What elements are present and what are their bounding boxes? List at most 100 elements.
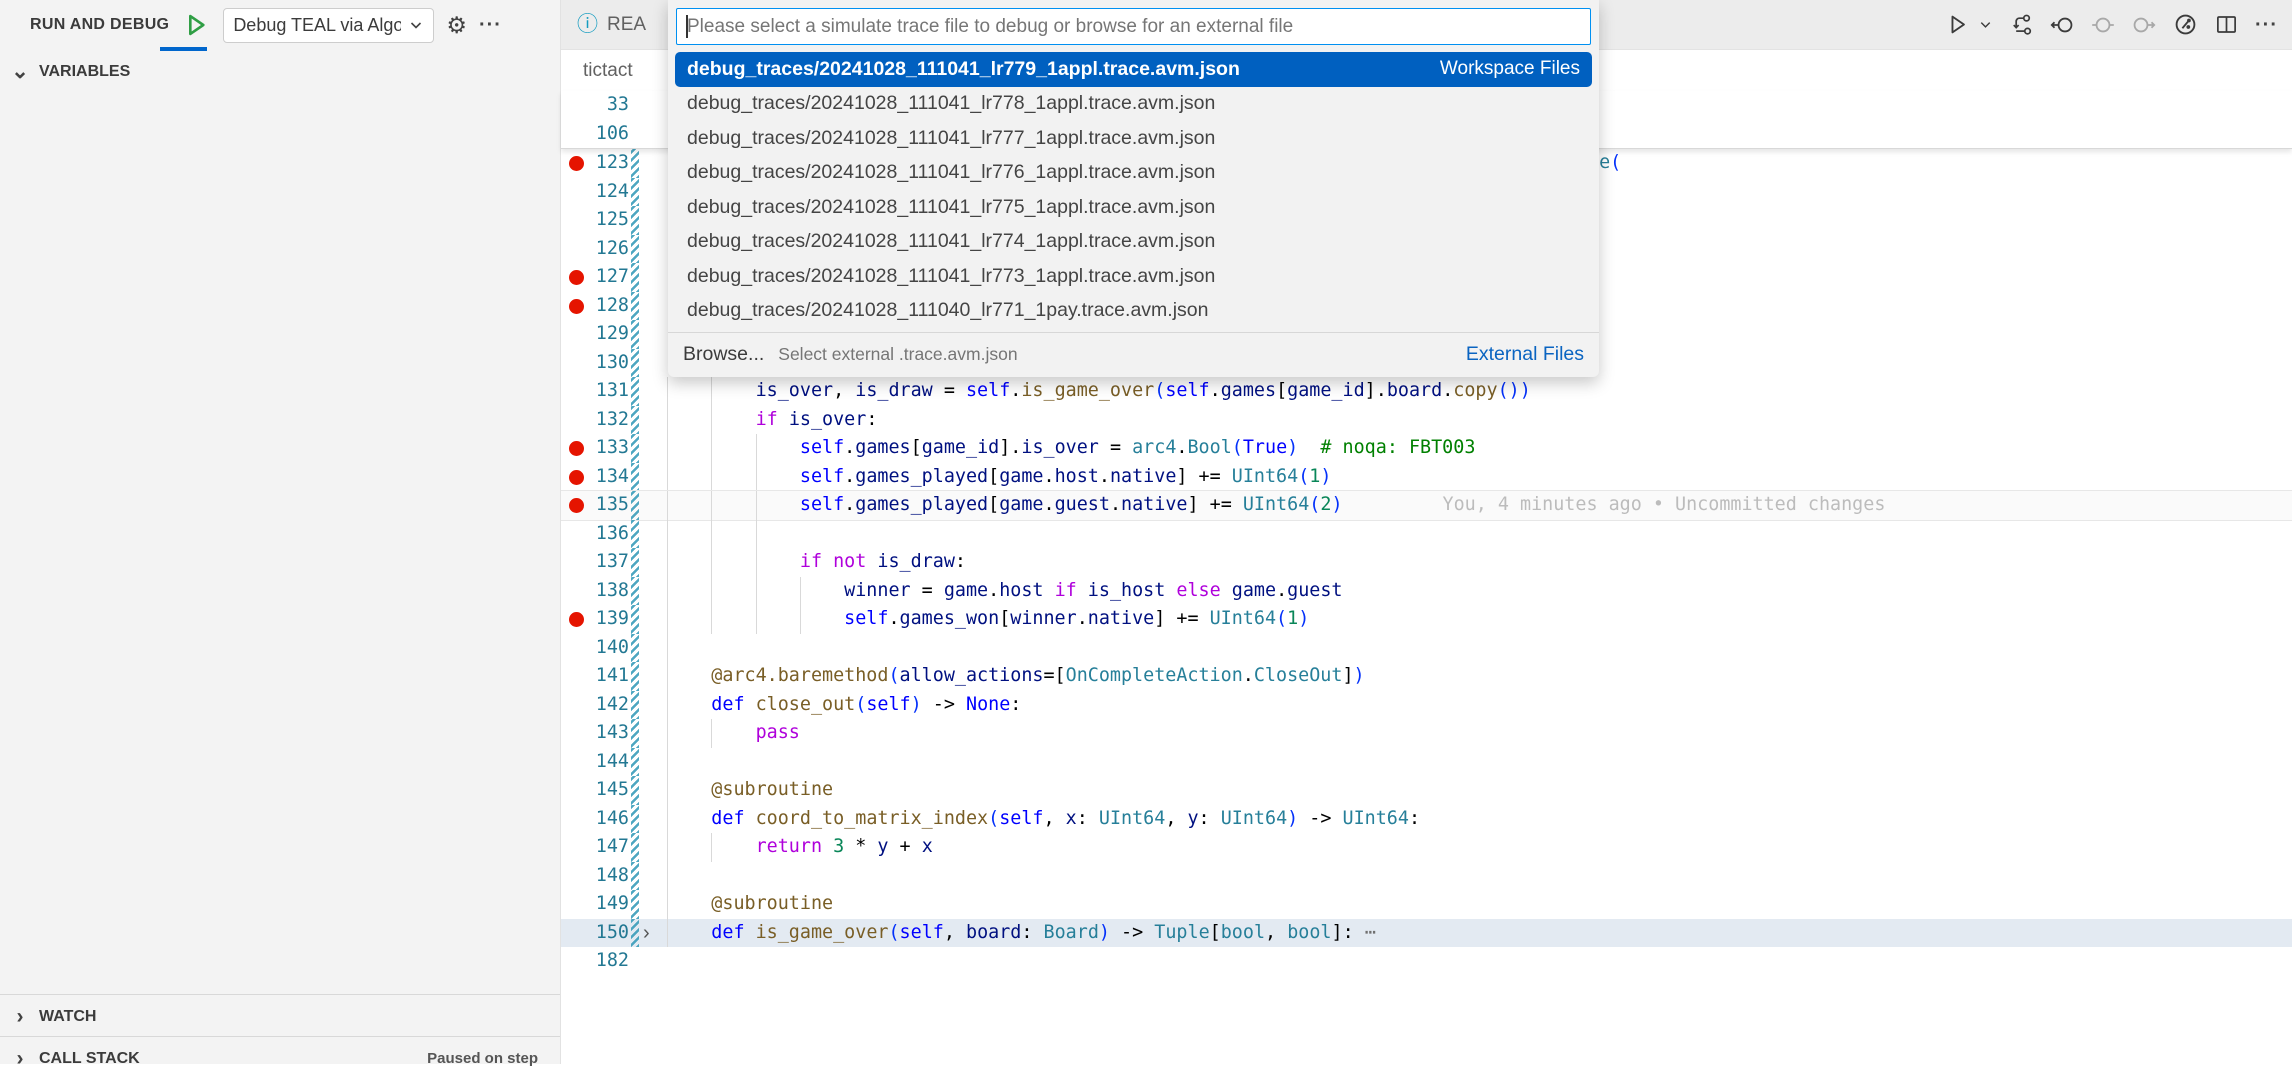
trace-file-item[interactable]: debug_traces/20241028_111041_lr777_1appl… — [675, 121, 1592, 156]
start-debug-button[interactable] — [181, 10, 211, 40]
line-number[interactable]: 182 — [581, 947, 629, 976]
code-line[interactable]: 147 return 3 * y + x — [561, 833, 2292, 862]
line-number[interactable]: 136 — [581, 520, 629, 549]
line-number[interactable]: 135 — [581, 491, 629, 520]
code-line[interactable]: 135 self.games_played[game.guest.native]… — [561, 491, 2292, 520]
browse-label[interactable]: Browse... — [683, 343, 764, 366]
tab-readme[interactable]: ⓘ REA — [561, 0, 650, 49]
code-line[interactable]: 144 — [561, 748, 2292, 777]
line-number[interactable]: 144 — [581, 748, 629, 777]
watch-section-header[interactable]: › WATCH — [0, 994, 560, 1038]
code-line[interactable]: 149 @subroutine — [561, 890, 2292, 919]
code-line[interactable]: 133 self.games[game_id].is_over = arc4.B… — [561, 434, 2292, 463]
editor-more-actions-icon[interactable]: ··· — [2255, 15, 2278, 35]
line-number[interactable]: 141 — [581, 662, 629, 691]
modified-line-indicator — [631, 292, 639, 321]
trace-file-search-input[interactable] — [677, 9, 1590, 44]
code-line[interactable]: 134 self.games_played[game.host.native] … — [561, 463, 2292, 492]
code-line[interactable]: 141 @arc4.baremethod(allow_actions=[OnCo… — [561, 662, 2292, 691]
split-editor-button[interactable] — [2215, 13, 2238, 36]
line-number[interactable]: 147 — [581, 833, 629, 862]
trace-file-item[interactable]: debug_traces/20241028_111041_lr778_1appl… — [675, 87, 1592, 122]
line-number[interactable]: 140 — [581, 634, 629, 663]
tab-label: REA — [607, 14, 646, 36]
code-line[interactable]: 142 def close_out(self) -> None: — [561, 691, 2292, 720]
line-number[interactable]: 123 — [581, 149, 629, 178]
code-text: pass — [561, 719, 2292, 748]
line-number[interactable]: 138 — [581, 577, 629, 606]
step-back-button[interactable] — [2050, 13, 2074, 37]
code-line[interactable]: 131 is_over, is_draw = self.is_game_over… — [561, 377, 2292, 406]
line-number[interactable]: 145 — [581, 776, 629, 805]
quick-pick-list: debug_traces/20241028_111041_lr779_1appl… — [668, 52, 1599, 328]
browse-row[interactable]: Browse... Select external .trace.avm.jso… — [668, 332, 1599, 375]
trace-file-item[interactable]: debug_traces/20241028_111041_lr779_1appl… — [675, 52, 1592, 87]
breadcrumb-file-label: tictact — [583, 60, 633, 82]
code-line[interactable]: 182 — [561, 947, 2292, 976]
sidebar-more-actions-icon[interactable]: ··· — [479, 15, 502, 35]
line-number[interactable]: 133 — [581, 434, 629, 463]
trace-file-item[interactable]: debug_traces/20241028_111040_lr771_1pay.… — [675, 294, 1592, 329]
line-number[interactable]: 131 — [581, 377, 629, 406]
line-number[interactable]: 146 — [581, 805, 629, 834]
quick-pick-dropdown: debug_traces/20241028_111041_lr779_1appl… — [668, 0, 1599, 377]
play-icon — [183, 12, 209, 38]
debug-settings-gear-icon[interactable]: ⚙ — [446, 14, 467, 37]
line-number[interactable]: 124 — [581, 178, 629, 207]
chevron-down-icon — [408, 17, 424, 33]
trace-file-label: debug_traces/20241028_111041_lr774_1appl… — [687, 230, 1215, 253]
call-stack-section-header[interactable]: › CALL STACK Paused on step — [0, 1036, 560, 1080]
modified-line-indicator — [631, 605, 639, 634]
line-number[interactable]: 130 — [581, 349, 629, 378]
trace-file-item[interactable]: debug_traces/20241028_111041_lr775_1appl… — [675, 190, 1592, 225]
trace-file-item[interactable]: debug_traces/20241028_111041_lr773_1appl… — [675, 259, 1592, 294]
code-line[interactable]: 143 pass — [561, 719, 2292, 748]
line-number[interactable]: 142 — [581, 691, 629, 720]
line-number[interactable]: 106 — [581, 120, 629, 149]
line-number[interactable]: 127 — [581, 263, 629, 292]
vscode-window: RUN AND DEBUG Debug TEAL via AlgoKi ⚙ ··… — [0, 0, 2292, 1064]
trace-file-item[interactable]: debug_traces/20241028_111041_lr776_1appl… — [675, 156, 1592, 191]
run-trace-button[interactable] — [2173, 12, 2198, 37]
indent-guide — [667, 748, 668, 777]
line-number[interactable]: 132 — [581, 406, 629, 435]
line-number[interactable]: 129 — [581, 320, 629, 349]
indent-guide — [667, 833, 668, 862]
launch-config-select[interactable]: Debug TEAL via AlgoKi — [223, 8, 434, 43]
line-number[interactable]: 134 — [581, 463, 629, 492]
code-line[interactable]: 145 @subroutine — [561, 776, 2292, 805]
line-number[interactable]: 126 — [581, 235, 629, 264]
step-over-button-disabled[interactable] — [2091, 13, 2115, 37]
run-dropdown-chevron-icon[interactable] — [1978, 17, 1993, 32]
line-number[interactable]: 139 — [581, 605, 629, 634]
code-line[interactable]: 150› def is_game_over(self, board: Board… — [561, 919, 2292, 948]
indent-guide — [711, 434, 712, 463]
fold-chevron-icon[interactable]: › — [643, 919, 650, 948]
trace-file-label: debug_traces/20241028_111041_lr777_1appl… — [687, 127, 1215, 150]
code-line[interactable]: 138 winner = game.host if is_host else g… — [561, 577, 2292, 606]
line-number[interactable]: 149 — [581, 890, 629, 919]
trace-file-item[interactable]: debug_traces/20241028_111041_lr774_1appl… — [675, 225, 1592, 260]
line-number[interactable]: 33 — [581, 91, 629, 120]
code-line[interactable]: 137 if not is_draw: — [561, 548, 2292, 577]
code-line[interactable]: 148 — [561, 862, 2292, 891]
code-line[interactable]: 146 def coord_to_matrix_index(self, x: U… — [561, 805, 2292, 834]
indent-guide — [667, 463, 668, 492]
code-text: @arc4.baremethod(allow_actions=[OnComple… — [561, 662, 2292, 691]
line-number[interactable]: 148 — [581, 862, 629, 891]
line-number[interactable]: 137 — [581, 548, 629, 577]
line-number[interactable]: 150 — [581, 919, 629, 948]
code-line[interactable]: 140 — [561, 634, 2292, 663]
variables-section-header[interactable]: ⌄ VARIABLES — [0, 50, 560, 93]
line-number[interactable]: 125 — [581, 206, 629, 235]
code-line[interactable]: 132 if is_over: — [561, 406, 2292, 435]
step-forward-button-disabled[interactable] — [2132, 13, 2156, 37]
line-number[interactable]: 143 — [581, 719, 629, 748]
line-number[interactable]: 128 — [581, 292, 629, 321]
switch-trace-icon[interactable] — [2010, 13, 2033, 36]
external-files-link[interactable]: External Files — [1466, 343, 1584, 366]
run-button[interactable] — [1946, 13, 1969, 36]
code-line[interactable]: 139 self.games_won[winner.native] += UIn… — [561, 605, 2292, 634]
code-line[interactable]: 136 — [561, 520, 2292, 549]
indent-guide — [667, 805, 668, 834]
